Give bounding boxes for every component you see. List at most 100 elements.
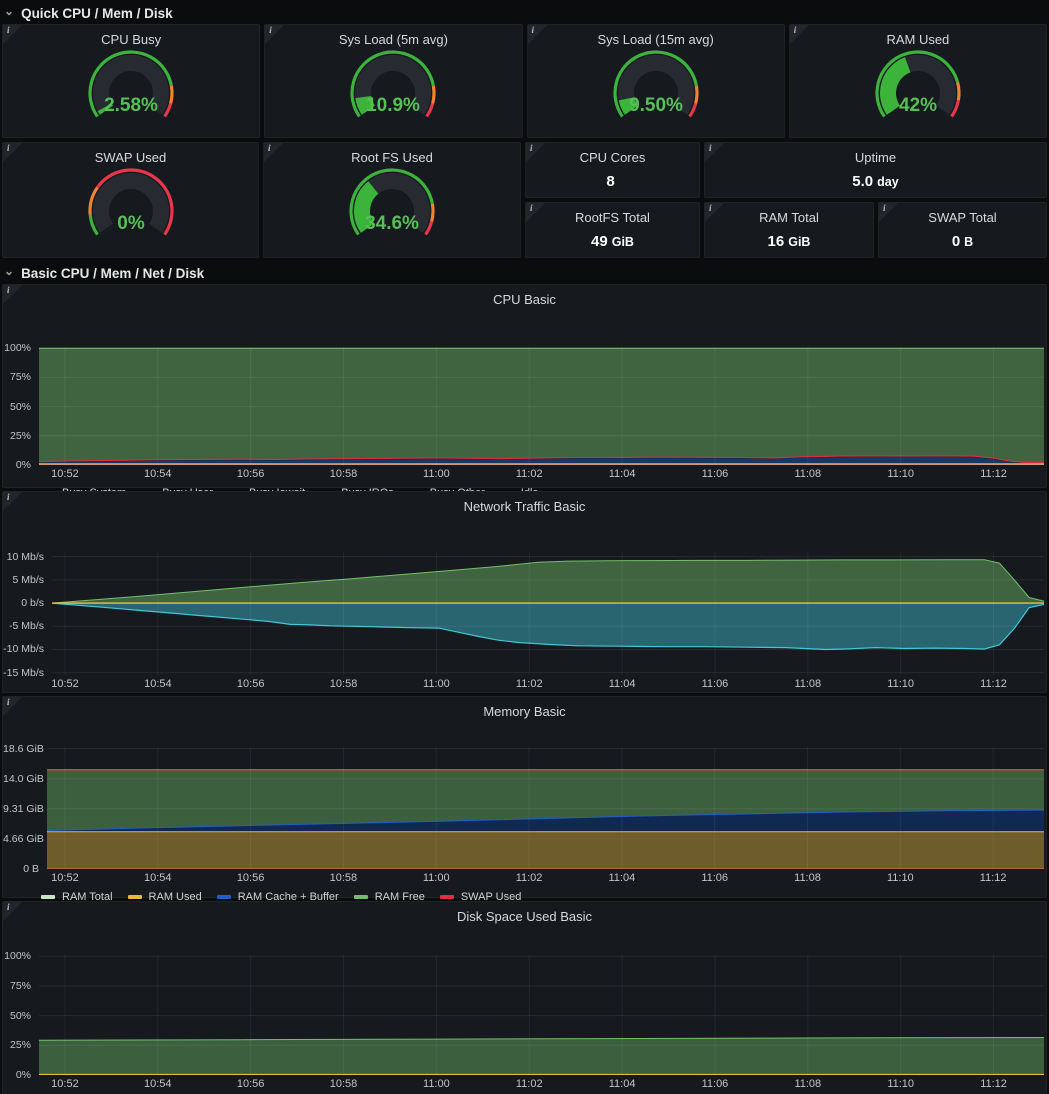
gauge-value: 10.9% — [366, 95, 420, 116]
x-tick-label: 10:52 — [51, 678, 79, 690]
stat-number: 49 — [591, 233, 608, 250]
panel-sys-load-15m: i Sys Load (15m avg) 9.50% — [527, 24, 785, 138]
y-tick-label: 50% — [3, 401, 35, 413]
panel-title[interactable]: Network Traffic Basic — [3, 492, 1046, 514]
gauge: 10.9% — [331, 47, 455, 131]
stat-number: 5.0 — [852, 173, 873, 190]
section-header-quick[interactable]: ⌄ Quick CPU / Mem / Disk — [0, 2, 1049, 24]
ram-used-gauge: 42% — [790, 47, 1046, 131]
y-tick-label: 75% — [3, 371, 35, 383]
panel-title[interactable]: Uptime — [705, 143, 1046, 165]
panel-info-corner[interactable]: i — [528, 25, 547, 44]
x-tick-label: 10:52 — [51, 468, 79, 480]
panel-title[interactable]: RAM Total — [705, 203, 873, 225]
series-area-Idle — [39, 348, 1044, 463]
x-tick-label: 11:02 — [516, 468, 543, 480]
x-tick-label: 10:54 — [144, 872, 172, 884]
panel-info-corner[interactable]: i — [705, 203, 724, 222]
panel-title[interactable]: Root FS Used — [264, 143, 520, 165]
x-tick-label: 10:52 — [51, 872, 79, 884]
panel-sys-load-5m: i Sys Load (5m avg) 10.9% — [264, 24, 522, 138]
panel-info-corner[interactable]: i — [3, 902, 22, 921]
panel-title[interactable]: Sys Load (15m avg) — [528, 25, 784, 47]
gauge-row-1: i CPU Busy 2.58% i Sys Load (5m avg) 10.… — [0, 24, 1049, 138]
panel-info-corner[interactable]: i — [526, 203, 545, 222]
stat-value: 8 — [526, 173, 699, 190]
section-collapse-icon[interactable]: ⌄ — [4, 6, 14, 16]
info-icon: i — [883, 203, 886, 213]
x-axis: 10:5210:5410:5610:5811:0011:0211:0411:06… — [3, 675, 1046, 690]
section-header-basic[interactable]: ⌄ Basic CPU / Mem / Net / Disk — [0, 262, 1049, 284]
x-tick-label: 10:58 — [330, 468, 358, 480]
stat-value: 5.0day — [705, 173, 1046, 190]
gauge-row-2: i SWAP Used 0% i Root FS Used 34.6% i CP… — [0, 142, 1049, 258]
network-plot: 10 Mb/s5 Mb/s0 b/s-5 Mb/s-10 Mb/s-15 Mb/… — [3, 552, 1046, 675]
info-icon: i — [532, 25, 535, 35]
x-tick-label: 11:12 — [980, 1078, 1007, 1090]
section-title: Basic CPU / Mem / Net / Disk — [21, 266, 204, 281]
stat-unit: GiB — [788, 235, 810, 249]
panel-info-corner[interactable]: i — [265, 25, 284, 44]
section-collapse-icon[interactable]: ⌄ — [4, 266, 14, 276]
legend-swatch — [128, 895, 142, 899]
y-tick-label: -10 Mb/s — [3, 643, 48, 655]
gauge: 9.50% — [594, 47, 718, 131]
legend-swatch — [41, 895, 55, 899]
panel-swap-used: i SWAP Used 0% — [2, 142, 259, 258]
gauge: 2.58% — [69, 47, 193, 131]
info-icon: i — [7, 143, 10, 153]
panel-info-corner[interactable]: i — [3, 25, 22, 44]
x-tick-label: 11:06 — [702, 468, 729, 480]
panel-ram-total: i RAM Total 16GiB — [704, 202, 874, 258]
swap-used-gauge: 0% — [3, 165, 258, 249]
panel-info-corner[interactable]: i — [3, 697, 22, 716]
panel-info-corner[interactable]: i — [3, 143, 22, 162]
panel-swap-total: i SWAP Total 0B — [878, 202, 1047, 258]
panel-title[interactable]: Memory Basic — [3, 697, 1046, 719]
panel-ram-used: i RAM Used 42% — [789, 24, 1047, 138]
panel-title[interactable]: SWAP Used — [3, 143, 258, 165]
info-icon: i — [7, 25, 10, 35]
panel-info-corner[interactable]: i — [879, 203, 898, 222]
stat-value: 49GiB — [526, 233, 699, 250]
panel-title[interactable]: RAM Used — [790, 25, 1046, 47]
x-tick-label: 11:08 — [794, 678, 821, 690]
x-tick-label: 11:00 — [423, 678, 450, 690]
panel-info-corner[interactable]: i — [705, 143, 724, 162]
stat-number: 16 — [768, 233, 785, 250]
panel-title[interactable]: SWAP Total — [879, 203, 1046, 225]
panel-info-corner[interactable]: i — [526, 143, 545, 162]
series-area-RAM Used — [47, 832, 1044, 869]
x-tick-label: 10:54 — [144, 468, 172, 480]
panel-title[interactable]: RootFS Total — [526, 203, 699, 225]
panel-info-corner[interactable]: i — [264, 143, 283, 162]
x-tick-label: 10:54 — [144, 1078, 172, 1090]
panel-info-corner[interactable]: i — [3, 285, 22, 304]
y-tick-label: 18.6 GiB — [3, 743, 43, 755]
info-icon: i — [709, 143, 712, 153]
gauge-value: 42% — [899, 95, 937, 116]
panel-title[interactable]: Sys Load (5m avg) — [265, 25, 521, 47]
x-tick-label: 11:04 — [609, 678, 636, 690]
gauge-threshold-arc — [432, 204, 433, 222]
info-icon: i — [269, 25, 272, 35]
info-icon: i — [268, 143, 271, 153]
panel-info-corner[interactable]: i — [790, 25, 809, 44]
y-tick-label: 9.31 GiB — [3, 803, 43, 815]
x-tick-label: 11:00 — [423, 1078, 450, 1090]
y-tick-label: 50% — [3, 1010, 35, 1022]
panel-title[interactable]: CPU Basic — [3, 285, 1046, 307]
panel-info-corner[interactable]: i — [3, 492, 22, 511]
chart-canvas — [47, 747, 1044, 869]
x-tick-label: 11:06 — [702, 1078, 729, 1090]
panel-title[interactable]: CPU Cores — [526, 143, 699, 165]
x-tick-label: 11:08 — [794, 872, 821, 884]
panel-title[interactable]: Disk Space Used Basic — [3, 902, 1046, 924]
panel-title[interactable]: CPU Busy — [3, 25, 259, 47]
y-tick-label: 100% — [3, 342, 35, 354]
y-tick-label: 25% — [3, 1039, 35, 1051]
panel-root-fs-used: i Root FS Used 34.6% — [263, 142, 521, 258]
y-tick-label: 100% — [3, 950, 35, 962]
panel-network-traffic-basic: i Network Traffic Basic 10 Mb/s5 Mb/s0 b… — [2, 491, 1047, 693]
series-area-/ — [39, 1038, 1044, 1076]
